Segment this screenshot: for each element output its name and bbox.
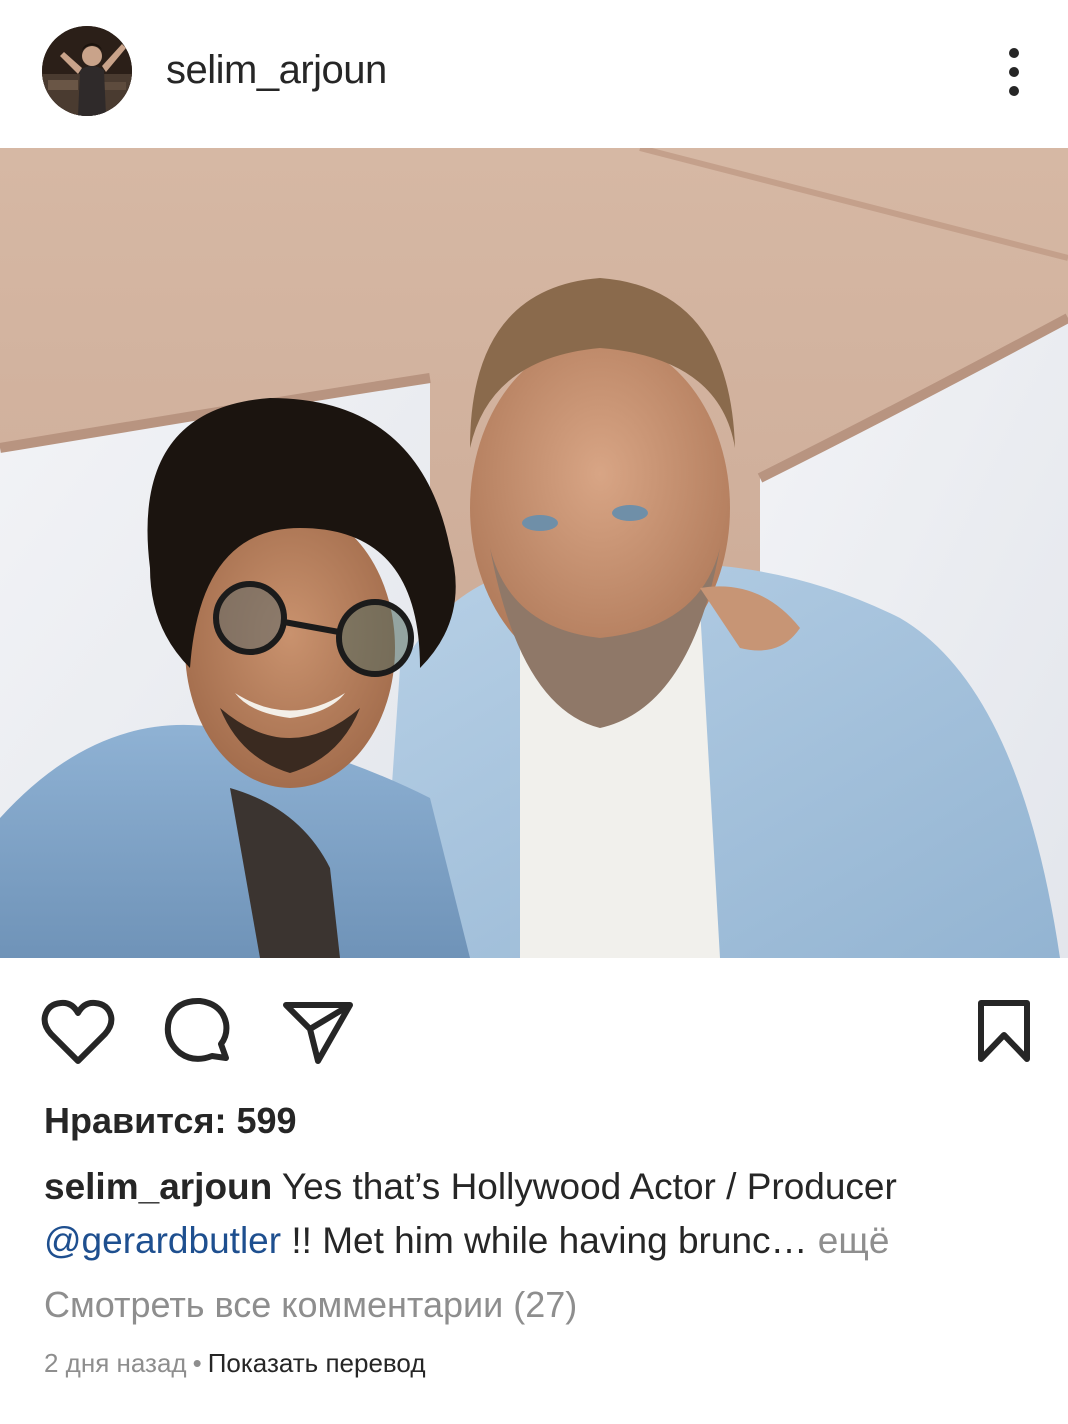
- show-translation-link[interactable]: Показать перевод: [208, 1348, 426, 1378]
- post-meta: 2 дня назад • Показать перевод: [44, 1348, 426, 1379]
- paper-plane-icon: [283, 1002, 353, 1064]
- share-button[interactable]: [280, 994, 356, 1070]
- caption-mention[interactable]: @gerardbutler: [44, 1220, 281, 1261]
- more-options-button[interactable]: [988, 40, 1040, 104]
- comment-bubble-icon: [164, 997, 230, 1062]
- post-actions: [0, 980, 1068, 1080]
- post-header: selim_arjoun: [0, 0, 1068, 148]
- post-photo-image: [0, 148, 1068, 958]
- post-timestamp: 2 дня назад: [44, 1348, 187, 1378]
- caption-username[interactable]: selim_arjoun: [44, 1166, 272, 1207]
- caption-text-2: !! Met him while having brunc: [281, 1220, 771, 1261]
- post-photo[interactable]: [0, 148, 1068, 958]
- caption-text-1: Yes that’s Hollywood Actor / Producer: [272, 1166, 897, 1207]
- bookmark-icon: [978, 1000, 1030, 1062]
- vertical-ellipsis-icon: [1009, 48, 1019, 96]
- save-button[interactable]: [966, 994, 1042, 1070]
- comment-button[interactable]: [160, 994, 236, 1070]
- post-username[interactable]: selim_arjoun: [166, 48, 387, 93]
- caption-more-link[interactable]: ещё: [808, 1220, 890, 1261]
- caption-ellipsis: …: [770, 1220, 808, 1261]
- user-avatar[interactable]: [42, 26, 132, 116]
- like-button[interactable]: [40, 994, 116, 1070]
- heart-icon: [41, 999, 115, 1064]
- meta-separator: •: [192, 1348, 202, 1378]
- post-caption: selim_arjoun Yes that’s Hollywood Actor …: [44, 1160, 1034, 1268]
- likes-count[interactable]: Нравится: 599: [44, 1100, 297, 1142]
- view-all-comments-link[interactable]: Смотреть все комментарии (27): [44, 1284, 577, 1326]
- avatar-image: [42, 26, 132, 116]
